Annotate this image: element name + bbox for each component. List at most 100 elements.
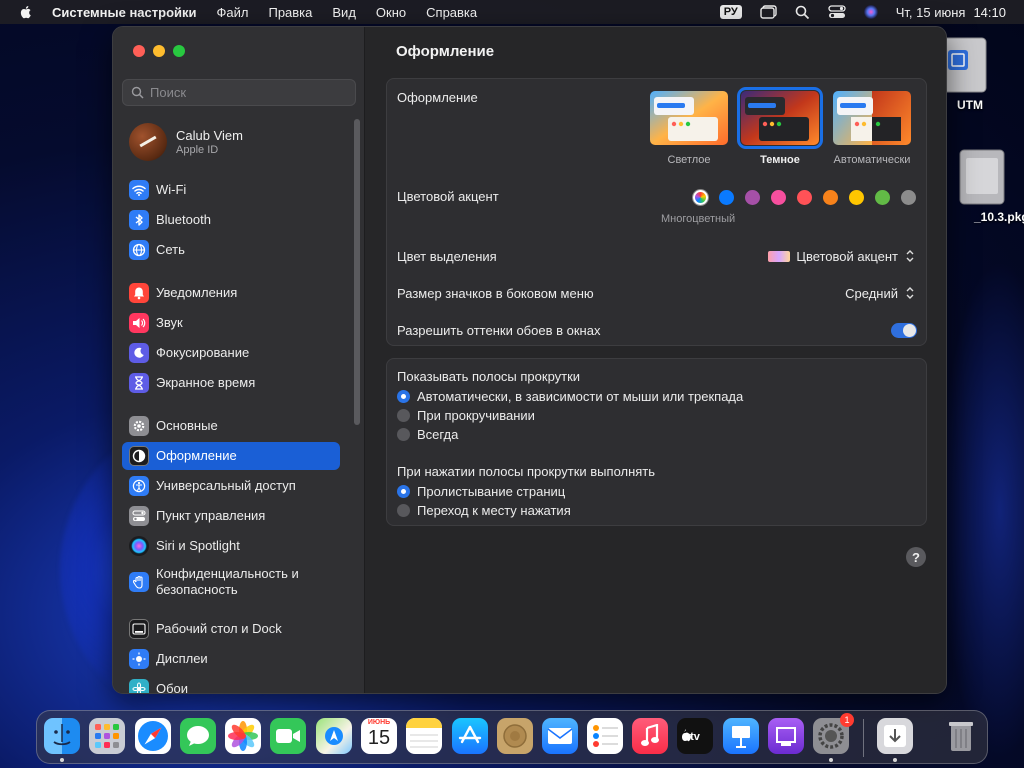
- sidebar-item-general[interactable]: Основные: [122, 412, 340, 440]
- facetime-icon[interactable]: [270, 718, 306, 754]
- sidebar-item-label: Siri и Spotlight: [156, 538, 240, 553]
- radio-button[interactable]: [397, 485, 410, 498]
- podcasts-icon[interactable]: [768, 718, 804, 754]
- control-center-icon[interactable]: [828, 4, 846, 20]
- sidebar-item-accessibility[interactable]: Универсальный доступ: [122, 472, 340, 500]
- trash-icon[interactable]: [943, 718, 979, 754]
- menu-date[interactable]: Чт, 15 июня: [896, 5, 966, 20]
- sidebar-item-focus[interactable]: Фокусирование: [122, 339, 340, 367]
- sidebar-item-label: Уведомления: [156, 285, 238, 300]
- accent-swatch-graphite[interactable]: [901, 190, 916, 205]
- moon-icon: [129, 343, 149, 363]
- menu-app-name[interactable]: Системные настройки: [52, 5, 197, 20]
- help-button[interactable]: ?: [906, 547, 926, 567]
- app-icon-tan[interactable]: [497, 718, 533, 754]
- tv-icon[interactable]: tv: [677, 718, 713, 754]
- sidebar-item-label: Экранное время: [156, 375, 256, 390]
- wallpaper-tinting-toggle[interactable]: [891, 323, 917, 338]
- stage-manager-icon[interactable]: [760, 4, 778, 20]
- maps-icon[interactable]: [316, 718, 352, 754]
- sidebar-item-bluetooth[interactable]: Bluetooth: [122, 206, 340, 234]
- sidebar-item-label: Bluetooth: [156, 212, 211, 227]
- menu-edit[interactable]: Правка: [268, 5, 312, 20]
- radio-button[interactable]: [397, 390, 410, 403]
- sidebar-item-control-center[interactable]: Пункт управления: [122, 502, 340, 530]
- radio-scroll-click-spot[interactable]: Переход к месту нажатия: [397, 503, 571, 518]
- theme-option-auto[interactable]: Автоматически: [833, 91, 911, 166]
- sidebar-item-appearance[interactable]: Оформление: [122, 442, 340, 470]
- menu-file[interactable]: Файл: [217, 5, 249, 20]
- downloads-folder-icon[interactable]: [877, 718, 913, 754]
- scrollbars-panel: Показывать полосы прокрутки Автоматическ…: [386, 358, 927, 526]
- theme-option-light[interactable]: Светлое: [650, 91, 728, 166]
- calendar-icon[interactable]: ИЮНЬ 15: [361, 718, 397, 754]
- siri-icon[interactable]: [862, 4, 880, 20]
- sidebar-icon-size-value: Средний: [845, 285, 898, 301]
- radio-button[interactable]: [397, 409, 410, 422]
- sidebar-item-notifications[interactable]: Уведомления: [122, 279, 340, 307]
- radio-scrollbars-auto[interactable]: Автоматически, в зависимости от мыши или…: [397, 389, 743, 404]
- sidebar-icon-size-select[interactable]: Средний: [845, 285, 916, 301]
- notes-icon[interactable]: [406, 718, 442, 754]
- apple-logo-icon[interactable]: [18, 4, 34, 20]
- theme-option-label: Темное: [760, 154, 800, 166]
- sidebar-item-displays[interactable]: Дисплеи: [122, 645, 340, 673]
- wallpaper-icon: [129, 679, 149, 693]
- sidebar-item-desktop-dock[interactable]: Рабочий стол и Dock: [122, 615, 340, 643]
- search-field[interactable]: [122, 79, 356, 106]
- keynote-icon[interactable]: [723, 718, 759, 754]
- radio-scrollbars-scrolling[interactable]: При прокручивании: [397, 408, 535, 423]
- radio-scrollbars-always[interactable]: Всегда: [397, 427, 458, 442]
- accent-swatch-blue[interactable]: [719, 190, 734, 205]
- accent-swatch-orange[interactable]: [823, 190, 838, 205]
- radio-button[interactable]: [397, 504, 410, 517]
- appearance-settings-panel: Оформление Светлое Темное Автоматически …: [386, 78, 927, 346]
- accent-swatch-yellow[interactable]: [849, 190, 864, 205]
- radio-label: Переход к месту нажатия: [417, 503, 571, 518]
- accent-swatch-pink[interactable]: [771, 190, 786, 205]
- accent-swatch-red[interactable]: [797, 190, 812, 205]
- sidebar-item-wallpaper[interactable]: Обои: [122, 675, 340, 693]
- theme-option-dark[interactable]: Темное: [737, 87, 823, 166]
- zoom-button[interactable]: [173, 45, 185, 57]
- mail-icon[interactable]: [542, 718, 578, 754]
- sidebar-item-sound[interactable]: Звук: [122, 309, 340, 337]
- search-icon: [131, 86, 144, 99]
- minimize-button[interactable]: [153, 45, 165, 57]
- menu-time[interactable]: 14:10: [973, 5, 1006, 20]
- accent-color-label: Цветовой акцент: [397, 189, 499, 204]
- apple-id-account[interactable]: Calub Viem Apple ID: [129, 123, 243, 161]
- menu-view[interactable]: Вид: [332, 5, 356, 20]
- menu-help[interactable]: Справка: [426, 5, 477, 20]
- finder-icon[interactable]: [44, 718, 80, 754]
- sidebar-item-label: Wi-Fi: [156, 182, 187, 197]
- accent-swatch-green[interactable]: [875, 190, 890, 205]
- photos-icon[interactable]: [225, 718, 261, 754]
- desktop-icon-label: _10.3.pkg: [974, 210, 1024, 224]
- sidebar-item-label: Оформление: [156, 448, 237, 463]
- highlight-color-select[interactable]: Цветовой акцент: [768, 248, 916, 264]
- close-button[interactable]: [133, 45, 145, 57]
- sidebar-item-privacy-security[interactable]: Конфиденциальность и безопасность: [122, 562, 340, 602]
- radio-scroll-click-page[interactable]: Пролистывание страниц: [397, 484, 565, 499]
- search-icon[interactable]: [794, 4, 812, 20]
- sidebar-item-network[interactable]: Сеть: [122, 236, 340, 264]
- reminders-icon[interactable]: [587, 718, 623, 754]
- sidebar-item-screen-time[interactable]: Экранное время: [122, 369, 340, 397]
- menu-window[interactable]: Окно: [376, 5, 406, 20]
- calendar-day: 15: [367, 727, 391, 749]
- accent-swatch-purple[interactable]: [745, 190, 760, 205]
- messages-icon[interactable]: [180, 718, 216, 754]
- search-input[interactable]: [150, 85, 340, 100]
- input-source-badge[interactable]: РУ: [719, 5, 742, 19]
- sidebar-item-siri-spotlight[interactable]: Siri и Spotlight: [122, 532, 340, 560]
- safari-icon[interactable]: [135, 718, 171, 754]
- app-store-icon[interactable]: [452, 718, 488, 754]
- sidebar-scrollbar[interactable]: [354, 119, 360, 425]
- music-icon[interactable]: [632, 718, 668, 754]
- accent-swatch-multicolor[interactable]: [693, 190, 708, 205]
- launchpad-icon[interactable]: [89, 718, 125, 754]
- light-theme-thumbnail: [650, 91, 728, 145]
- radio-button[interactable]: [397, 428, 410, 441]
- sidebar-item-wifi[interactable]: Wi-Fi: [122, 176, 340, 204]
